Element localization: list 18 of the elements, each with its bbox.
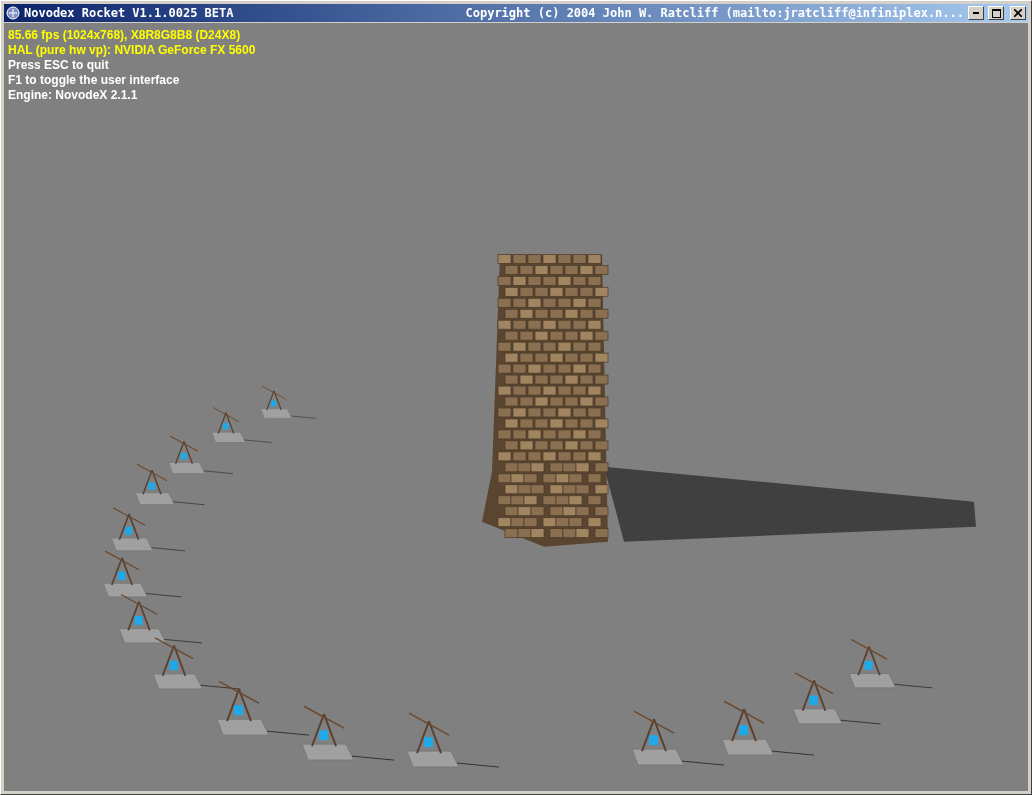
status-text: 85.66 fps (1024x768), X8R8G8B8 (D24X8) (8, 28, 242, 43)
status-text: Press ESC to quit (8, 58, 110, 73)
maximize-icon (991, 8, 1001, 18)
maximize-button[interactable] (988, 6, 1004, 20)
catapult-drawing (211, 407, 272, 443)
status-text: HAL (pure hw vp): NVIDIA GeForce FX 5600 (8, 43, 256, 58)
minimize-button[interactable] (968, 6, 984, 20)
copyright-text: Copyright (c) 2004 John W. Ratcliff (mailto:jratcliff@infiniplex.n... (465, 6, 964, 20)
catapult-drawing (135, 463, 205, 506)
close-icon (1014, 9, 1022, 17)
app-icon (6, 6, 20, 20)
catapult-drawing (260, 385, 317, 419)
status-text: Engine: NovodeX 2.1.1 (8, 88, 139, 103)
catapult-drawing (168, 435, 234, 474)
window-title: Novodex Rocket V1.1.0025 BETA (24, 6, 234, 20)
status-text: F1 to toggle the user interface (8, 73, 181, 88)
close-button[interactable] (1010, 6, 1026, 20)
minimize-icon (973, 12, 979, 14)
